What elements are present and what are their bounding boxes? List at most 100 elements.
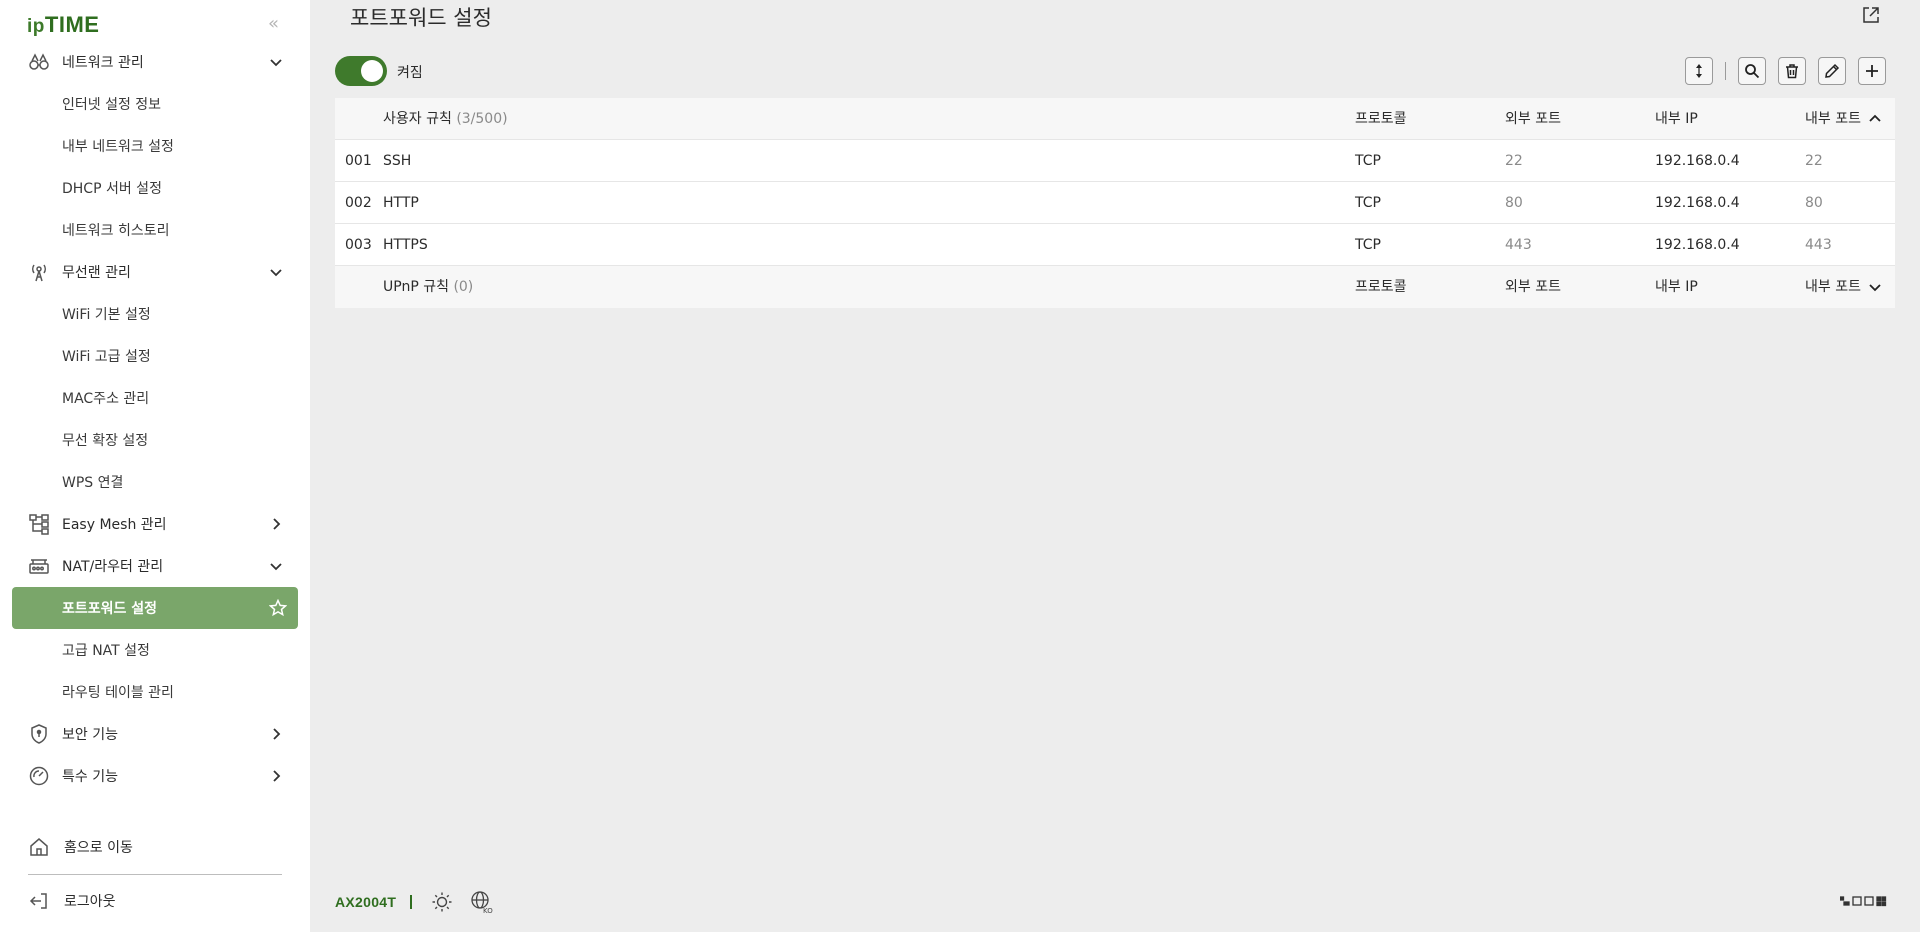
sidebar-item-wifi-basic[interactable]: WiFi 기본 설정 — [0, 293, 310, 335]
rule-name: SSH — [383, 153, 412, 169]
rule-int-port: 80 — [1805, 195, 1823, 211]
rule-int-port: 443 — [1805, 237, 1832, 253]
chevron-right-icon — [266, 766, 286, 786]
trash-icon — [1786, 64, 1798, 79]
rule-number: 001 — [345, 153, 372, 169]
sidebar-item-extender[interactable]: 무선 확장 설정 — [0, 419, 310, 461]
sidebar-item-label: WPS 연결 — [62, 475, 124, 491]
search-button[interactable] — [1738, 57, 1766, 85]
sidebar-item-label: 무선 확장 설정 — [62, 433, 149, 449]
chevron-down-icon[interactable] — [1865, 266, 1885, 308]
user-rules-header[interactable]: 사용자 규칙 (3/500) 프로토콜 외부 포트 내부 IP 내부 포트 — [335, 98, 1895, 140]
iptime-logo[interactable]: ipTIME — [27, 12, 99, 38]
rule-protocol: TCP — [1355, 195, 1381, 211]
nav-section-label: 네트워크 관리 — [62, 55, 144, 71]
add-button[interactable] — [1858, 57, 1886, 85]
home-icon — [28, 836, 50, 858]
chevron-right-icon — [266, 514, 286, 534]
rule-number: 002 — [345, 195, 372, 211]
nav-section-easymesh[interactable]: Easy Mesh 관리 — [0, 503, 310, 545]
search-icon — [1745, 64, 1760, 79]
sidebar-item-internet-info[interactable]: 인터넷 설정 정보 — [0, 83, 310, 125]
col-internal-ip: 내부 IP — [1655, 279, 1698, 295]
antenna-icon — [28, 261, 50, 283]
rules-table: 사용자 규칙 (3/500) 프로토콜 외부 포트 내부 IP 내부 포트 00… — [335, 98, 1895, 308]
nav-section-network[interactable]: 네트워크 관리 — [0, 41, 310, 83]
sidebar-item-network-history[interactable]: 네트워크 히스토리 — [0, 209, 310, 251]
toolbar — [1685, 56, 1886, 86]
col-ext-port: 외부 포트 — [1505, 279, 1561, 295]
sidebar-divider — [28, 874, 282, 875]
sidebar-item-label: 네트워크 히스토리 — [62, 223, 170, 239]
sort-icon — [1696, 64, 1702, 78]
sidebar-item-wifi-advanced[interactable]: WiFi 고급 설정 — [0, 335, 310, 377]
sort-button[interactable] — [1685, 57, 1713, 85]
sidebar-item-label: 라우팅 테이블 관리 — [62, 685, 174, 701]
nav-section-label: NAT/라우터 관리 — [62, 559, 164, 575]
nav-section-label: 무선랜 관리 — [62, 265, 131, 281]
language-globe-icon[interactable]: KO — [470, 890, 494, 914]
pencil-icon — [1825, 63, 1840, 78]
rule-ext-port: 443 — [1505, 237, 1532, 253]
nav-section-security[interactable]: 보안 기능 — [0, 713, 310, 755]
collapse-sidebar-icon[interactable]: « — [268, 14, 288, 34]
sidebar-item-mac[interactable]: MAC주소 관리 — [0, 377, 310, 419]
logo-ip: ip — [27, 16, 45, 37]
edit-button[interactable] — [1818, 57, 1846, 85]
upnp-rules-count: (0) — [453, 279, 474, 295]
logout-label: 로그아웃 — [64, 894, 116, 910]
user-rules-title: 사용자 규칙 (3/500) — [383, 98, 508, 140]
sidebar-item-wps[interactable]: WPS 연결 — [0, 461, 310, 503]
table-row[interactable]: 003 HTTPS TCP 443 192.168.0.4 443 — [335, 224, 1895, 266]
chevron-right-icon — [266, 724, 286, 744]
upnp-rules-header[interactable]: UPnP 규칙 (0) 프로토콜 외부 포트 내부 IP 내부 포트 — [335, 266, 1895, 308]
logout-link[interactable]: 로그아웃 — [0, 881, 310, 921]
shield-icon — [28, 723, 50, 745]
page-title: 포트포워드 설정 — [350, 6, 492, 30]
nav-section-special[interactable]: 특수 기능 — [0, 755, 310, 797]
toggle-knob — [361, 60, 383, 82]
home-link[interactable]: 홈으로 이동 — [0, 827, 310, 867]
sidebar-item-advanced-nat[interactable]: 고급 NAT 설정 — [0, 629, 310, 671]
port-forward-toggle[interactable] — [335, 56, 387, 86]
nav-section-label: Easy Mesh 관리 — [62, 517, 167, 533]
col-protocol: 프로토콜 — [1355, 111, 1407, 127]
sidebar-item-routing-table[interactable]: 라우팅 테이블 관리 — [0, 671, 310, 713]
user-rules-label: 사용자 규칙 — [383, 111, 452, 127]
nav-section-wireless[interactable]: 무선랜 관리 — [0, 251, 310, 293]
sidebar-item-label: 내부 네트워크 설정 — [62, 139, 174, 155]
sidebar-item-lan-settings[interactable]: 내부 네트워크 설정 — [0, 125, 310, 167]
sidebar: ipTIME « 네트워크 관리 인터넷 설정 정보 내부 네트워크 설정 DH… — [0, 0, 310, 932]
table-row[interactable]: 002 HTTP TCP 80 192.168.0.4 80 — [335, 182, 1895, 224]
logout-icon — [28, 890, 50, 912]
star-icon[interactable] — [268, 598, 288, 618]
chevron-up-icon[interactable] — [1865, 98, 1885, 140]
export-icon[interactable] — [1860, 4, 1882, 26]
rule-internal-ip: 192.168.0.4 — [1655, 153, 1740, 169]
toolbar-separator — [1725, 62, 1726, 80]
rule-int-port: 22 — [1805, 153, 1823, 169]
model-name: AX2004T — [335, 894, 397, 910]
sidebar-item-label: WiFi 기본 설정 — [62, 307, 151, 323]
table-row[interactable]: 001 SSH TCP 22 192.168.0.4 22 — [335, 140, 1895, 182]
sidebar-item-label: WiFi 고급 설정 — [62, 349, 151, 365]
plus-icon — [1866, 65, 1878, 77]
col-internal-ip: 내부 IP — [1655, 111, 1698, 127]
theme-sun-icon[interactable] — [430, 890, 454, 914]
rule-internal-ip: 192.168.0.4 — [1655, 195, 1740, 211]
sidebar-item-label: 고급 NAT 설정 — [62, 643, 150, 659]
footer-separator — [410, 895, 413, 909]
upnp-rules-title: UPnP 규칙 (0) — [383, 266, 473, 308]
rule-ext-port: 80 — [1505, 195, 1523, 211]
layout-switch-icon[interactable] — [1840, 894, 1900, 908]
sidebar-item-port-forward[interactable]: 포트포워드 설정 — [12, 587, 298, 629]
chevron-down-icon — [266, 556, 286, 576]
nav-section-nat[interactable]: NAT/라우터 관리 — [0, 545, 310, 587]
main-content: 포트포워드 설정 켜짐 사용자 규칙 (3/500) 프로토콜 외부 포트 내부… — [310, 0, 1920, 932]
rule-name: HTTP — [383, 195, 419, 211]
sidebar-item-dhcp[interactable]: DHCP 서버 설정 — [0, 167, 310, 209]
gauge-icon — [28, 765, 50, 787]
sidebar-nav: 네트워크 관리 인터넷 설정 정보 내부 네트워크 설정 DHCP 서버 설정 … — [0, 41, 310, 797]
rule-number: 003 — [345, 237, 372, 253]
delete-button[interactable] — [1778, 57, 1806, 85]
